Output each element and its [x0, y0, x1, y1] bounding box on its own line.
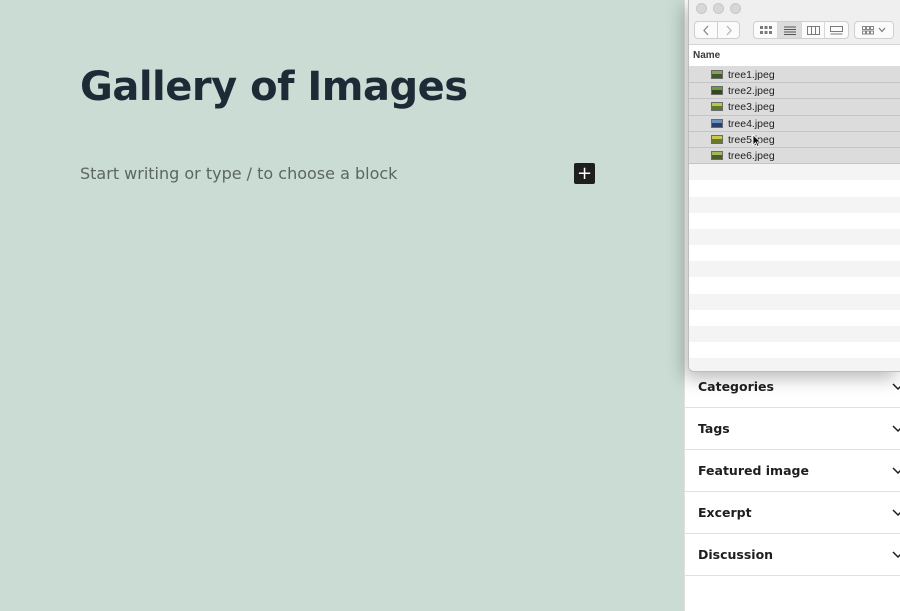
- chevron-left-icon: [703, 25, 709, 35]
- panel-categories[interactable]: Categories: [685, 366, 900, 408]
- empty-row: [689, 164, 900, 181]
- empty-row: [689, 342, 900, 358]
- image-thumbnail-icon: [711, 118, 723, 128]
- file-row[interactable]: tree1.jpeg: [689, 67, 900, 84]
- file-name: tree3.jpeg: [728, 101, 775, 114]
- mouse-pointer-icon: [752, 134, 762, 148]
- chevron-down-icon: [891, 379, 900, 393]
- empty-row: [689, 293, 900, 310]
- image-thumbnail-icon: [711, 134, 723, 144]
- empty-row: [689, 326, 900, 343]
- file-name: tree1.jpeg: [728, 69, 775, 81]
- file-row[interactable]: tree6.jpeg: [689, 147, 900, 165]
- finder-window: Name tree1.jpeg tree2.jpeg tree3.jpeg tree4…: [688, 0, 900, 372]
- chevron-down-icon: [891, 547, 900, 561]
- chevron-down-icon: [891, 421, 900, 435]
- panel-label: Excerpt: [698, 505, 752, 520]
- panel-label: Tags: [698, 421, 730, 436]
- close-window-button[interactable]: [696, 3, 707, 14]
- grid-icon: [759, 26, 772, 34]
- group-by-button[interactable]: [854, 21, 894, 39]
- panel-tags[interactable]: Tags: [685, 408, 900, 450]
- empty-row: [689, 213, 900, 229]
- list-icon: [783, 26, 796, 35]
- name-column-header[interactable]: Name: [689, 45, 900, 67]
- zoom-window-button[interactable]: [730, 3, 741, 14]
- editor-canvas: Gallery of Images Start writing or type …: [0, 0, 684, 611]
- icon-view-button[interactable]: [754, 22, 777, 38]
- back-button[interactable]: [695, 22, 717, 38]
- empty-row: [689, 196, 900, 213]
- file-row[interactable]: tree5.jpeg: [689, 131, 900, 148]
- empty-row: [689, 277, 900, 293]
- panel-label: Categories: [698, 379, 774, 394]
- image-thumbnail-icon: [711, 70, 723, 79]
- empty-row: [689, 310, 900, 326]
- image-thumbnail-icon: [711, 102, 723, 112]
- add-block-button[interactable]: +: [574, 163, 595, 184]
- panel-excerpt[interactable]: Excerpt: [685, 492, 900, 534]
- panel-discussion[interactable]: Discussion: [685, 534, 900, 576]
- chevron-down-icon: [891, 463, 900, 477]
- gallery-view-button[interactable]: [824, 22, 848, 38]
- gallery-icon: [830, 25, 844, 34]
- column-view-button[interactable]: [800, 22, 825, 38]
- finder-toolbar: [689, 0, 900, 45]
- forward-button[interactable]: [717, 22, 739, 38]
- empty-row: [689, 180, 900, 196]
- file-name: tree2.jpeg: [728, 85, 775, 98]
- file-name: tree6.jpeg: [728, 149, 775, 162]
- image-thumbnail-icon: [711, 86, 723, 96]
- chevron-right-icon: [726, 25, 732, 35]
- arrange-grid-icon: [862, 25, 874, 34]
- block-placeholder[interactable]: Start writing or type / to choose a bloc…: [80, 164, 397, 183]
- chevron-down-icon: [891, 505, 900, 519]
- file-list: tree1.jpeg tree2.jpeg tree3.jpeg tree4.jpeg…: [689, 67, 900, 371]
- empty-row: [689, 358, 900, 371]
- image-thumbnail-icon: [711, 150, 723, 160]
- file-name: tree4.jpeg: [728, 117, 775, 130]
- column-header-label: Name: [693, 50, 721, 61]
- panel-featured-image[interactable]: Featured image: [685, 450, 900, 492]
- empty-row: [689, 261, 900, 278]
- file-row[interactable]: tree3.jpeg: [689, 99, 900, 116]
- post-title[interactable]: Gallery of Images: [80, 64, 468, 110]
- panel-label: Discussion: [698, 547, 774, 562]
- empty-row: [689, 245, 900, 261]
- file-row[interactable]: tree2.jpeg: [689, 83, 900, 100]
- navigation-buttons: [694, 21, 740, 39]
- columns-icon: [806, 25, 820, 35]
- view-mode-buttons: [753, 21, 849, 39]
- file-row[interactable]: tree4.jpeg: [689, 115, 900, 132]
- chevron-down-icon: [878, 27, 886, 33]
- list-view-button[interactable]: [777, 22, 801, 38]
- minimize-window-button[interactable]: [713, 3, 724, 14]
- panel-label: Featured image: [698, 463, 809, 478]
- empty-row: [689, 228, 900, 246]
